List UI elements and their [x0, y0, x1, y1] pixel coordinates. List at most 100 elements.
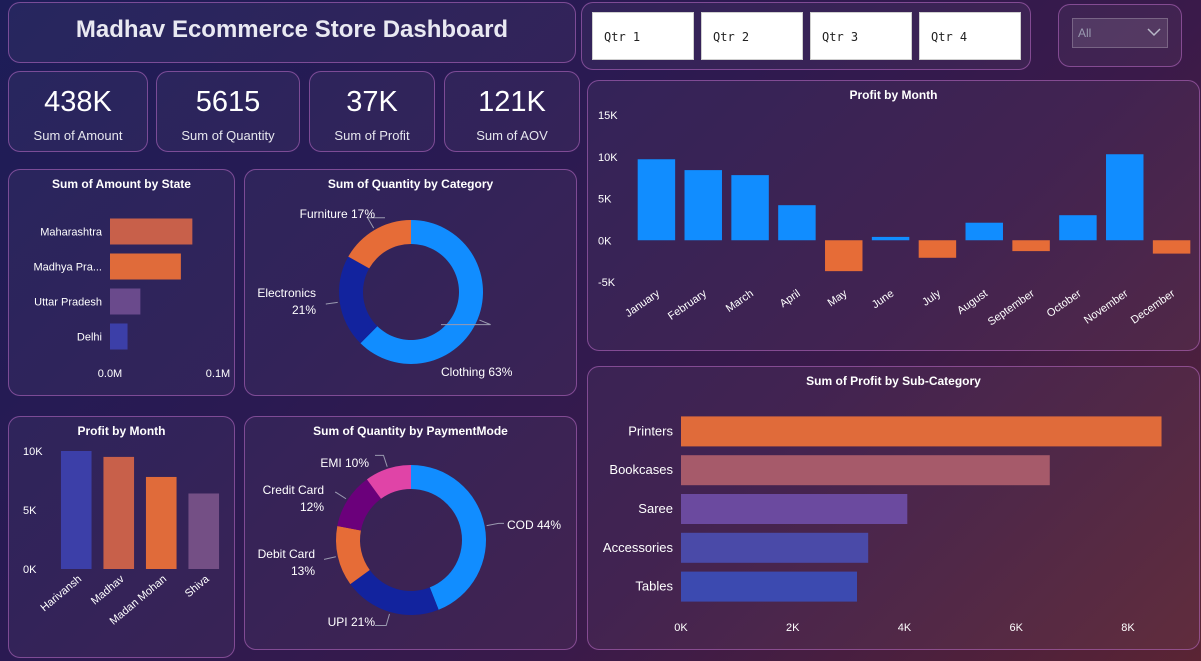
- bar: [681, 416, 1162, 447]
- category-label: Delhi: [77, 332, 102, 344]
- y-tick-label: -5K: [598, 277, 616, 289]
- slice-label: UPI 21%: [328, 615, 376, 629]
- category-label: Madhya Pra...: [34, 262, 102, 274]
- x-tick-label: August: [955, 288, 990, 317]
- qtr-4-button[interactable]: Qtr 4: [919, 12, 1021, 60]
- bar: [110, 218, 193, 245]
- leader-line: [375, 613, 390, 626]
- y-tick-label: 0K: [23, 564, 37, 576]
- bar: [681, 571, 858, 602]
- x-tick-label: December: [1129, 287, 1178, 326]
- x-tick-label: 2K: [786, 622, 800, 634]
- kpi-card-amount: 438K Sum of Amount: [8, 71, 148, 152]
- leader-line: [325, 301, 338, 305]
- x-tick-label: November: [1082, 287, 1131, 326]
- leader-line: [324, 556, 336, 560]
- bar: [103, 456, 135, 569]
- kpi-label: Sum of Amount: [33, 128, 123, 143]
- profit-by-customer-panel: Profit by Month 10K 5K 0K Harivansh Madhav Ma…: [8, 416, 235, 658]
- bar: [918, 240, 957, 258]
- category-label: Tables: [635, 579, 673, 594]
- donut-slice: [411, 465, 486, 610]
- category-label: Uttar Pradesh: [34, 297, 102, 309]
- slice-label: Debit Card: [258, 547, 315, 561]
- kpi-value: 438K: [44, 86, 112, 118]
- bar: [637, 159, 676, 241]
- x-tick-label: Madhav: [89, 573, 127, 608]
- profit-by-customer-chart: 10K5K0KHarivansh MadhavMadan Mohan Shiva: [23, 446, 220, 628]
- kpi-card-quantity: 5615 Sum of Quantity: [156, 71, 300, 152]
- profit-by-month-chart: 15K 10K 5K 0K -5K January February March April Ma…: [598, 110, 1191, 328]
- bar: [684, 170, 722, 241]
- kpi-label: Sum of Profit: [334, 128, 410, 143]
- slice-label: Credit Card: [263, 483, 324, 497]
- qtr-3-button[interactable]: Qtr 3: [810, 12, 912, 60]
- kpi-card-aov: 121K Sum of AOV: [444, 71, 580, 152]
- y-tick-label: 10K: [598, 152, 618, 164]
- bar: [1106, 154, 1144, 241]
- bar: [1152, 240, 1191, 254]
- profit-by-subcategory-chart: Printers Bookcases Saree Accessories Tables 0…: [603, 416, 1162, 634]
- x-tick-label: Harivansh: [39, 573, 85, 614]
- filter-dropdown[interactable]: All: [1072, 18, 1168, 48]
- bar: [145, 476, 177, 569]
- amount-by-state-chart: Maharashtra Madhya Pra... Uttar Pradesh Del…: [34, 218, 230, 380]
- kpi-label: Sum of AOV: [476, 128, 548, 143]
- qtr-2-button[interactable]: Qtr 2: [701, 12, 803, 60]
- x-tick-label: April: [778, 288, 803, 310]
- x-tick-label: 6K: [1010, 622, 1024, 634]
- category-label: Maharashtra: [40, 227, 103, 239]
- bar: [110, 323, 128, 350]
- y-tick-label: 5K: [598, 194, 612, 206]
- bar: [681, 532, 869, 563]
- x-tick-label: 0.1M: [206, 368, 230, 380]
- slice-label: Clothing 63%: [441, 365, 513, 379]
- bar: [778, 205, 816, 241]
- profit-by-subcategory-panel: Sum of Profit by Sub-Category Printers Bo…: [587, 366, 1200, 650]
- donut-slice: [348, 220, 411, 269]
- leader-line: [375, 454, 388, 467]
- slice-label: Electronics: [257, 286, 316, 300]
- category-label: Accessories: [603, 540, 674, 555]
- profit-by-month-panel: Profit by Month 15K 10K 5K 0K -5K January Febr…: [587, 80, 1200, 351]
- x-tick-label: July: [920, 287, 943, 308]
- amount-by-state-panel: Sum of Amount by State Maharashtra Madhya…: [8, 169, 235, 396]
- slice-label: 13%: [291, 564, 315, 578]
- bar: [188, 493, 220, 569]
- category-label: Bookcases: [609, 462, 673, 477]
- donut-slice: [350, 569, 439, 615]
- bar: [681, 494, 908, 524]
- x-tick-label: Shiva: [183, 573, 212, 600]
- kpi-value: 37K: [346, 86, 398, 118]
- donut-slice: [339, 256, 378, 344]
- bar: [871, 236, 910, 241]
- bar: [110, 253, 181, 280]
- quantity-by-category-chart: Clothing 63% Electronics 21% Furniture 17%: [257, 207, 513, 379]
- qtr-1-button[interactable]: Qtr 1: [592, 12, 694, 60]
- bar: [965, 222, 1003, 241]
- kpi-value: 5615: [195, 86, 261, 118]
- quantity-by-payment-chart: COD 44% UPI 21% Debit Card 13% Credit Card 12…: [258, 454, 561, 629]
- x-tick-label: May: [826, 287, 850, 309]
- bar: [731, 175, 769, 241]
- x-tick-label: January: [623, 287, 662, 320]
- bar: [60, 451, 92, 569]
- leader-line: [486, 522, 504, 527]
- quantity-by-category-panel: Sum of Quantity by Category Clothing 63%…: [244, 169, 577, 396]
- slice-label: COD 44%: [507, 518, 561, 532]
- x-tick-label: 4K: [898, 622, 912, 634]
- bar: [1012, 240, 1050, 252]
- x-tick-label: June: [870, 288, 896, 312]
- x-tick-label: October: [1045, 287, 1084, 319]
- bar: [1059, 215, 1097, 241]
- dashboard-title: Madhav Ecommerce Store Dashboard: [75, 16, 509, 43]
- dropdown-value: All: [1078, 26, 1092, 40]
- quantity-by-payment-panel: Sum of Quantity by PaymentMode COD 44% UP…: [244, 416, 577, 650]
- y-tick-label: 5K: [23, 505, 37, 517]
- y-tick-label: 15K: [598, 110, 618, 122]
- slice-label: 12%: [300, 500, 324, 514]
- x-tick-label: 8K: [1121, 622, 1135, 634]
- slice-label: Furniture 17%: [300, 207, 376, 221]
- x-tick-label: February: [666, 287, 709, 322]
- dropdown-slicer-panel: All: [1058, 4, 1182, 67]
